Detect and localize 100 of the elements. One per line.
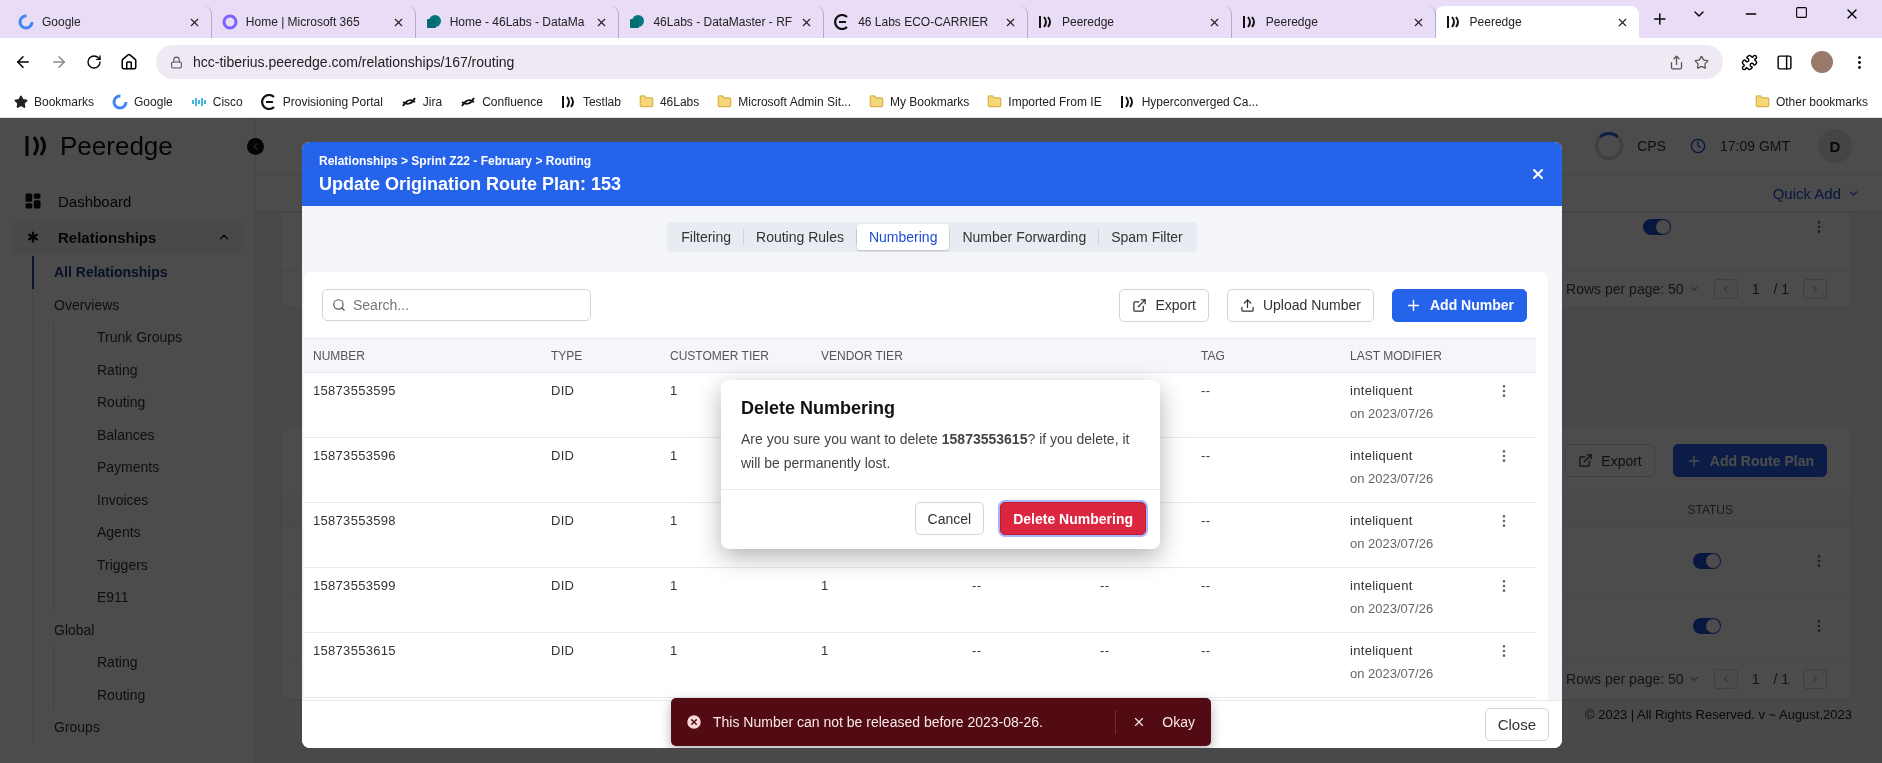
bookmark-star-icon[interactable]: [1694, 54, 1709, 70]
upload-number-button[interactable]: Upload Number: [1226, 288, 1374, 322]
table-cell: 15873553596: [313, 448, 396, 463]
footer-text: © 2023 | All Rights Reserved. v ~ August,2023: [1585, 705, 1852, 724]
folder-icon: [987, 94, 1003, 109]
tab[interactable]: Numbering: [856, 224, 950, 250]
bookmark[interactable]: Google: [112, 93, 173, 110]
page-number: 1: [1751, 671, 1760, 688]
star-icon: [14, 94, 28, 109]
modified-date: on 2023/07/26: [1350, 406, 1434, 421]
peeredge-favicon-icon: [1241, 14, 1258, 30]
bookmark[interactable]: Bookmarks: [14, 94, 95, 109]
table-cell: 1: [821, 578, 829, 593]
time-label: 17:09 GMT: [1719, 138, 1790, 154]
peeredge-favicon-icon: [1037, 14, 1054, 30]
table-cell: DID: [551, 643, 575, 658]
page-total: / 1: [1773, 671, 1789, 688]
extensions-icon[interactable]: [1741, 53, 1758, 71]
cps-label: CPS: [1637, 138, 1666, 154]
page-number: 1: [1751, 281, 1760, 298]
export-button[interactable]: Export: [1119, 288, 1209, 322]
table-cell: 1: [821, 643, 829, 658]
google-favicon-icon: [18, 14, 34, 30]
bookmark[interactable]: Jira: [400, 93, 443, 110]
browser-tab[interactable]: Peeredge: [1435, 6, 1640, 38]
bookmark[interactable]: Other bookmarks: [1754, 94, 1868, 109]
table-cell-text: inteliquent: [1350, 513, 1414, 528]
table-cell: 15873553599: [313, 578, 396, 593]
table-cell: 1: [670, 643, 678, 658]
column-header: TYPE: [551, 348, 583, 363]
bookmark[interactable]: Imported From IE: [987, 94, 1102, 109]
table-cell: --: [1100, 578, 1110, 593]
column-header: NUMBER: [313, 348, 365, 363]
table-cell: 15873553615: [313, 643, 396, 658]
bookmark[interactable]: Hyperconverged Ca...: [1119, 93, 1259, 110]
table-cell: 15873553595: [313, 383, 396, 398]
peeredge-favicon-icon: [560, 93, 577, 110]
back-icon[interactable]: [14, 53, 32, 71]
column-header: LAST MODIFIER: [1350, 348, 1442, 363]
brand-name: Peeredge: [60, 130, 173, 162]
table-cell-text: inteliquent: [1350, 578, 1414, 593]
table-cell: DID: [551, 448, 575, 463]
side-panel-icon[interactable]: [1776, 53, 1793, 71]
search-field[interactable]: Search...: [322, 289, 591, 321]
google-favicon-icon: [112, 93, 129, 110]
bookmark[interactable]: Cisco: [190, 93, 243, 110]
table-cell: --: [1201, 383, 1211, 398]
table-cell-text: inteliquent: [1350, 383, 1414, 398]
share-icon[interactable]: [1669, 54, 1684, 70]
sharepoint-favicon-icon: [425, 14, 442, 30]
forward-icon[interactable]: [50, 53, 68, 71]
tab[interactable]: Filtering: [669, 224, 744, 250]
modified-date: on 2023/07/26: [1350, 666, 1434, 681]
home-icon[interactable]: [120, 53, 138, 71]
modified-date: on 2023/07/26: [1350, 601, 1434, 616]
add-number-button[interactable]: Add Number: [1392, 288, 1527, 322]
table-cell: 1: [670, 513, 678, 528]
cancel-button[interactable]: Cancel: [914, 502, 985, 535]
folder-icon: [638, 94, 654, 109]
bookmark[interactable]: Testlab: [560, 93, 621, 110]
table-cell: DID: [551, 578, 575, 593]
tab[interactable]: Number Forwarding: [950, 224, 1099, 250]
table-cell: 15873553598: [313, 513, 396, 528]
sharepoint-favicon-icon: [629, 14, 646, 30]
peeredge-favicon-icon: [1119, 93, 1136, 110]
modified-date: on 2023/07/26: [1350, 536, 1434, 551]
table-cell: DID: [551, 383, 575, 398]
bookmark[interactable]: Provisioning Portal: [260, 93, 383, 110]
close-button[interactable]: Close: [1484, 708, 1549, 741]
column-header: CUSTOMER TIER: [670, 348, 769, 363]
modal-title: Update Origination Route Plan: 153: [319, 173, 623, 195]
tab[interactable]: Spam Filter: [1099, 224, 1195, 250]
table-cell-text: inteliquent: [1350, 643, 1414, 658]
profile-avatar-icon[interactable]: [1811, 51, 1833, 73]
tab[interactable]: Routing Rules: [744, 224, 856, 250]
table-cell: --: [1201, 643, 1211, 658]
upload-icon[interactable]: [1239, 297, 1255, 313]
modified-date: on 2023/07/26: [1350, 471, 1434, 486]
dialog-title: Delete Numbering: [740, 397, 897, 420]
external-link-icon[interactable]: [1132, 297, 1148, 313]
search-icon: [332, 298, 346, 312]
table-cell: 1: [670, 578, 678, 593]
table-cell: --: [972, 643, 982, 658]
table-cell: --: [972, 578, 982, 593]
delete-numbering-button[interactable]: Delete Numbering: [1000, 502, 1146, 535]
bookmark[interactable]: My Bookmarks: [869, 94, 970, 109]
address-bar[interactable]: hcc-tiberius.peeredge.com/relationships/167/routing: [156, 45, 1723, 79]
bookmark[interactable]: Microsoft Admin Sit...: [717, 94, 851, 109]
bookmark[interactable]: 46Labs: [638, 94, 700, 109]
okay-button[interactable]: Okay: [1156, 714, 1201, 730]
maximize-icon[interactable]: [1795, 6, 1808, 19]
table-cell: --: [1201, 513, 1211, 528]
lock-icon[interactable]: [170, 55, 183, 69]
folder-icon: [717, 94, 733, 109]
table-cell: --: [1100, 643, 1110, 658]
e-favicon-icon: [260, 93, 277, 110]
column-header: VENDOR TIER: [821, 348, 903, 363]
reload-icon[interactable]: [86, 54, 102, 70]
table-cell: 1: [670, 448, 678, 463]
bookmark[interactable]: Confluence: [460, 93, 543, 110]
